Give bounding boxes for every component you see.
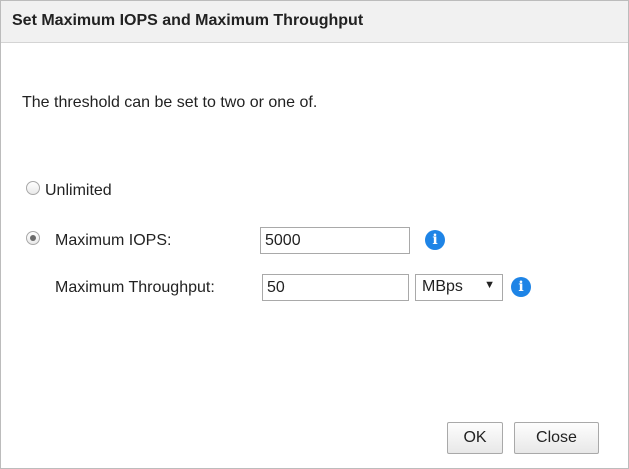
- dialog: Set Maximum IOPS and Maximum Throughput …: [0, 0, 629, 469]
- dialog-title: Set Maximum IOPS and Maximum Throughput: [12, 12, 364, 29]
- maximum-iops-radio[interactable]: [26, 231, 40, 245]
- info-icon[interactable]: i: [511, 277, 531, 297]
- unlimited-radio[interactable]: [26, 181, 40, 195]
- maximum-throughput-input[interactable]: [262, 274, 409, 301]
- chevron-down-icon: ▼: [484, 279, 495, 291]
- maximum-throughput-label: Maximum Throughput:: [55, 279, 215, 296]
- unlimited-label[interactable]: Unlimited: [45, 182, 112, 200]
- dialog-description: The threshold can be set to two or one o…: [22, 94, 318, 111]
- title-bar: Set Maximum IOPS and Maximum Throughput: [1, 1, 628, 43]
- maximum-iops-label: Maximum IOPS:: [55, 232, 172, 249]
- info-icon[interactable]: i: [425, 230, 445, 250]
- close-button[interactable]: Close: [514, 422, 599, 454]
- throughput-unit-select[interactable]: MBps ▼: [415, 274, 503, 301]
- maximum-iops-input[interactable]: [260, 227, 410, 254]
- throughput-unit-value: MBps: [422, 278, 463, 295]
- ok-button[interactable]: OK: [447, 422, 503, 454]
